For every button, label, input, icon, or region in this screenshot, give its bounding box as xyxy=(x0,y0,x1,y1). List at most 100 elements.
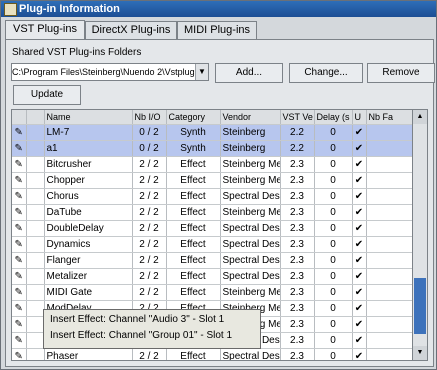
table-row[interactable]: ✎ Metalizer2 / 2EffectSpectral Desig2.30✔ xyxy=(12,268,412,285)
table-row[interactable]: ✎ Chorus2 / 2EffectSpectral Desig2.30✔ xyxy=(12,188,412,205)
cell-category: Synth xyxy=(166,124,221,141)
cell-nb-fa xyxy=(366,252,412,269)
folder-path-value: C:\Program Files\Steinberg\Nuendo 2\Vstp… xyxy=(12,67,207,77)
folder-path-select[interactable]: C:\Program Files\Steinberg\Nuendo 2\Vstp… xyxy=(11,63,209,81)
expand-cell xyxy=(26,204,45,221)
cell-name: Flanger xyxy=(44,252,133,269)
cell-category: Effect xyxy=(166,172,221,189)
edit-pencil-icon[interactable]: ✎ xyxy=(12,220,27,237)
table-row[interactable]: ✎ Phaser2 / 2EffectSpectral Desig2.30✔ xyxy=(12,348,412,360)
change-button[interactable]: Change... xyxy=(289,63,363,83)
tab-directx-plugins[interactable]: DirectX Plug-ins xyxy=(85,21,177,39)
title-bar[interactable]: Plug-in Information xyxy=(1,1,436,17)
cell-vendor: Steinberg Med xyxy=(220,284,281,301)
cell-io: 0 / 2 xyxy=(132,140,167,157)
cell-used-check: ✔ xyxy=(352,220,367,237)
cell-category: Synth xyxy=(166,140,221,157)
cell-used-check: ✔ xyxy=(352,172,367,189)
col-header-vendor[interactable]: Vendor xyxy=(220,110,281,125)
edit-pencil-icon[interactable]: ✎ xyxy=(12,348,27,360)
table-row[interactable]: ✎ Dynamics2 / 2EffectSpectral Desig2.30✔ xyxy=(12,236,412,253)
cell-version: 2.3 xyxy=(280,236,315,253)
remove-button[interactable]: Remove xyxy=(367,63,435,83)
cell-category: Effect xyxy=(166,268,221,285)
chevron-down-icon[interactable]: ▼ xyxy=(195,64,208,80)
expand-cell xyxy=(26,268,45,285)
col-header-name[interactable]: Name xyxy=(44,110,133,125)
col-header-used[interactable]: U xyxy=(352,110,367,125)
scroll-down-icon[interactable]: ▼ xyxy=(413,346,427,360)
col-header-delay[interactable]: Delay (s xyxy=(314,110,353,125)
table-row[interactable]: ✎ a1 0 / 2 Synth Steinberg 2.2 0 ✔ xyxy=(12,140,412,157)
col-header-io[interactable]: Nb I/O xyxy=(132,110,167,125)
cell-io: 2 / 2 xyxy=(132,252,167,269)
expand-cell xyxy=(26,140,45,157)
edit-pencil-icon[interactable]: ✎ xyxy=(12,236,27,253)
col-header-edit[interactable] xyxy=(12,110,27,125)
edit-pencil-icon[interactable]: ✎ xyxy=(12,204,27,221)
cell-nb-fa xyxy=(366,140,412,157)
cell-io: 2 / 2 xyxy=(132,268,167,285)
scroll-thumb[interactable] xyxy=(414,278,426,334)
add-button[interactable]: Add... xyxy=(215,63,283,83)
col-header-expand[interactable] xyxy=(26,110,45,125)
edit-pencil-icon[interactable]: ✎ xyxy=(12,284,27,301)
cell-name: Phaser xyxy=(44,348,133,360)
cell-delay: 0 xyxy=(314,348,353,360)
edit-pencil-icon[interactable]: ✎ xyxy=(12,140,27,157)
cell-version: 2.3 xyxy=(280,204,315,221)
table-row[interactable]: ✎ DoubleDelay2 / 2EffectSpectral Desig2.3… xyxy=(12,220,412,237)
expand-cell xyxy=(26,252,45,269)
table-row[interactable]: ✎ Chopper2 / 2EffectSteinberg Med2.30✔ xyxy=(12,172,412,189)
cell-version: 2.3 xyxy=(280,316,315,333)
cell-version: 2.3 xyxy=(280,268,315,285)
tab-vst-plugins[interactable]: VST Plug-ins xyxy=(5,20,85,40)
edit-pencil-icon[interactable]: ✎ xyxy=(12,188,27,205)
expand-cell xyxy=(26,284,45,301)
table-row[interactable]: ✎ Flanger2 / 2EffectSpectral Desig2.30✔ xyxy=(12,252,412,269)
col-header-nb-fa[interactable]: Nb Fa xyxy=(366,110,412,125)
cell-vendor: Spectral Desig xyxy=(220,268,281,285)
cell-vendor: Steinberg Med xyxy=(220,172,281,189)
cell-delay: 0 xyxy=(314,156,353,173)
cell-used-check: ✔ xyxy=(352,236,367,253)
expand-cell xyxy=(26,220,45,237)
table-row[interactable]: ✎ DaTube2 / 2EffectSteinberg Med2.30✔ xyxy=(12,204,412,221)
update-button[interactable]: Update xyxy=(13,85,81,105)
cell-category: Effect xyxy=(166,188,221,205)
cell-version: 2.3 xyxy=(280,220,315,237)
edit-pencil-icon[interactable]: ✎ xyxy=(12,252,27,269)
edit-pencil-icon[interactable]: ✎ xyxy=(12,332,27,349)
cell-delay: 0 xyxy=(314,188,353,205)
edit-pencil-icon[interactable]: ✎ xyxy=(12,156,27,173)
edit-pencil-icon[interactable]: ✎ xyxy=(12,172,27,189)
tab-midi-plugins[interactable]: MIDI Plug-ins xyxy=(177,21,257,39)
cell-name: Bitcrusher xyxy=(44,156,133,173)
cell-version: 2.3 xyxy=(280,172,315,189)
edit-pencil-icon[interactable]: ✎ xyxy=(12,300,27,317)
cell-used-check: ✔ xyxy=(352,156,367,173)
cell-name: MIDI Gate xyxy=(44,284,133,301)
cell-nb-fa xyxy=(366,204,412,221)
edit-pencil-icon[interactable]: ✎ xyxy=(12,124,27,141)
cell-name: DaTube xyxy=(44,204,133,221)
cell-version: 2.3 xyxy=(280,252,315,269)
cell-category: Effect xyxy=(166,220,221,237)
col-header-category[interactable]: Category xyxy=(166,110,221,125)
cell-io: 2 / 2 xyxy=(132,236,167,253)
expand-cell xyxy=(26,348,45,360)
table-row[interactable]: ✎ LM-7 0 / 2 Synth Steinberg 2.2 0 ✔ xyxy=(12,124,412,141)
edit-pencil-icon[interactable]: ✎ xyxy=(12,316,27,333)
vertical-scrollbar[interactable]: ▲ ▼ xyxy=(412,109,428,361)
table-row[interactable]: ✎ MIDI Gate2 / 2EffectSteinberg Med2.30✔ xyxy=(12,284,412,301)
edit-pencil-icon[interactable]: ✎ xyxy=(12,268,27,285)
col-header-version[interactable]: VST Ve xyxy=(280,110,315,125)
cell-vendor: Spectral Desig xyxy=(220,252,281,269)
table-row[interactable]: ✎ Bitcrusher2 / 2EffectSteinberg Med2.30✔ xyxy=(12,156,412,173)
cell-io: 2 / 2 xyxy=(132,284,167,301)
cell-version: 2.3 xyxy=(280,188,315,205)
cell-delay: 0 xyxy=(314,252,353,269)
cell-nb-fa xyxy=(366,236,412,253)
cell-delay: 0 xyxy=(314,236,353,253)
scroll-up-icon[interactable]: ▲ xyxy=(413,110,427,124)
